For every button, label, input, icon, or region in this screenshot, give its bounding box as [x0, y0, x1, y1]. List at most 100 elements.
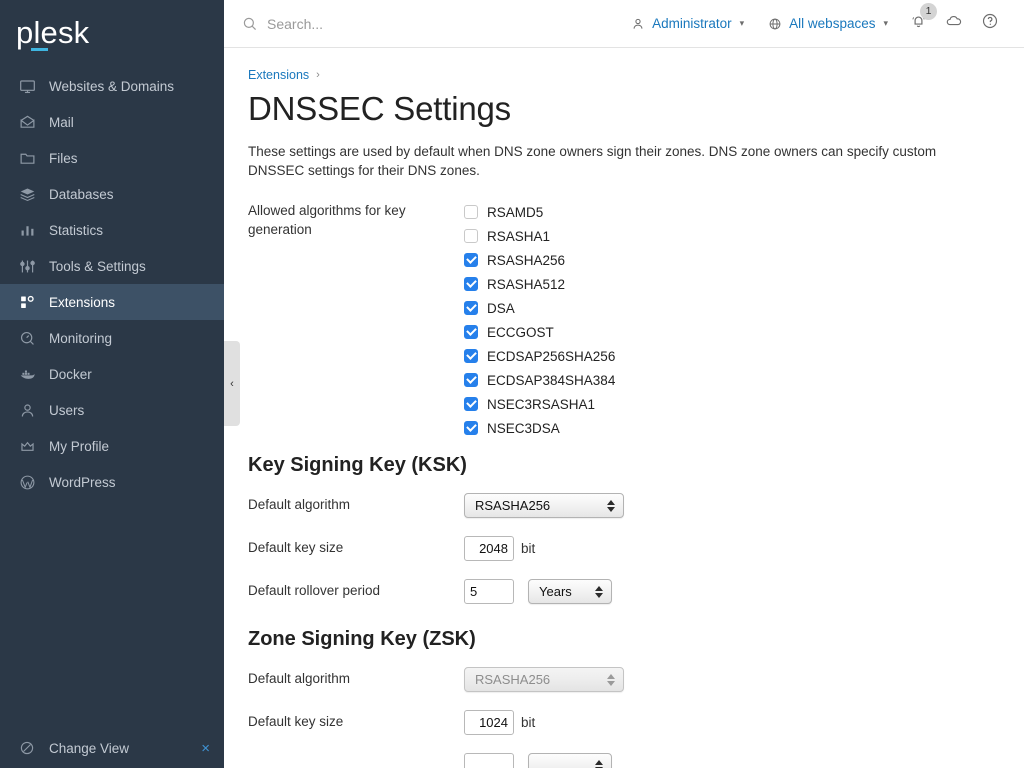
notification-count-badge: 1 — [920, 3, 937, 20]
allowed-algorithms-checkbox-list: RSAMD5 RSASHA1 RSASHA256 RSASHA5 — [464, 200, 1000, 440]
plesk-logo[interactable]: plesk — [0, 0, 224, 64]
help-button[interactable] — [972, 0, 1008, 48]
checkbox-row-nsec3dsa[interactable]: NSEC3DSA — [464, 416, 1000, 440]
ksk-rollover-unit-select[interactable]: Years — [528, 579, 612, 604]
checkbox-rsasha512[interactable] — [464, 277, 478, 291]
checkbox-rsamd5[interactable] — [464, 205, 478, 219]
zsk-section-title: Zone Signing Key (ZSK) — [248, 628, 1000, 651]
checkbox-label: RSASHA256 — [487, 253, 565, 268]
envelope-icon — [16, 113, 38, 131]
zsk-algorithm-select: RSASHA256 — [464, 667, 624, 692]
sidebar-item-label: Docker — [49, 367, 92, 382]
sidebar-collapse-handle[interactable]: ‹ — [224, 341, 240, 426]
close-icon[interactable]: × — [201, 741, 210, 756]
sidebar-item-extensions[interactable]: Extensions — [0, 284, 224, 320]
checkbox-row-rsasha512[interactable]: RSASHA512 — [464, 272, 1000, 296]
checkbox-nsec3rsasha1[interactable] — [464, 397, 478, 411]
checkbox-label: ECCGOST — [487, 325, 554, 340]
top-bar: Administrator ▾ All webspaces ▾ — [224, 0, 1024, 48]
checkbox-row-rsasha256[interactable]: RSASHA256 — [464, 248, 1000, 272]
ksk-algorithm-label: Default algorithm — [248, 496, 464, 515]
sidebar-item-mail[interactable]: Mail — [0, 104, 224, 140]
zsk-algorithm-value: RSASHA256 — [475, 672, 550, 687]
sliders-icon — [16, 257, 38, 275]
ksk-rollover-input[interactable] — [464, 579, 514, 604]
sidebar-item-label: Extensions — [49, 295, 115, 310]
checkbox-row-dsa[interactable]: DSA — [464, 296, 1000, 320]
ksk-keysize-input[interactable] — [464, 536, 514, 561]
change-view-button[interactable]: Change View × — [0, 728, 224, 768]
search-icon — [242, 16, 258, 32]
user-icon — [16, 401, 38, 419]
stepper-arrows-icon — [607, 674, 615, 686]
zsk-keysize-input[interactable] — [464, 710, 514, 735]
sidebar-item-docker[interactable]: Docker — [0, 356, 224, 392]
sidebar-item-label: Databases — [49, 187, 114, 202]
search-box[interactable] — [242, 16, 517, 32]
monitor-icon — [16, 77, 38, 95]
ksk-rollover-unit-value: Years — [539, 584, 572, 599]
checkbox-label: NSEC3DSA — [487, 421, 560, 436]
breadcrumb: Extensions › — [248, 68, 1000, 82]
search-input[interactable] — [267, 16, 517, 32]
zsk-rollover-row — [248, 753, 1000, 768]
sidebar-item-label: Websites & Domains — [49, 79, 174, 94]
stepper-arrows-icon — [595, 760, 603, 768]
checkbox-label: ECDSAP256SHA256 — [487, 349, 615, 364]
main-area: Administrator ▾ All webspaces ▾ — [224, 0, 1024, 768]
question-circle-icon — [981, 12, 999, 35]
sidebar-nav: Websites & Domains Mail Files — [0, 68, 224, 500]
checkbox-nsec3dsa[interactable] — [464, 421, 478, 435]
chevron-down-icon: ▾ — [740, 18, 745, 29]
allowed-algorithms-label: Allowed algorithms for key generation — [248, 200, 464, 440]
administrator-menu[interactable]: Administrator ▾ — [619, 16, 756, 31]
checkbox-rsasha256[interactable] — [464, 253, 478, 267]
ksk-rollover-label: Default rollover period — [248, 582, 464, 601]
sidebar-item-databases[interactable]: Databases — [0, 176, 224, 212]
checkbox-eccgost[interactable] — [464, 325, 478, 339]
stepper-arrows-icon — [607, 500, 615, 512]
checkbox-label: ECDSAP384SHA384 — [487, 373, 615, 388]
allowed-algorithms-row: Allowed algorithms for key generation RS… — [248, 200, 1000, 440]
stepper-arrows-icon — [595, 586, 603, 598]
sidebar-item-websites-domains[interactable]: Websites & Domains — [0, 68, 224, 104]
checkbox-row-ecdsap384sha384[interactable]: ECDSAP384SHA384 — [464, 368, 1000, 392]
sidebar-item-tools-settings[interactable]: Tools & Settings — [0, 248, 224, 284]
ksk-algorithm-select[interactable]: RSASHA256 — [464, 493, 624, 518]
checkbox-row-nsec3rsasha1[interactable]: NSEC3RSASHA1 — [464, 392, 1000, 416]
sidebar-item-label: Monitoring — [49, 331, 112, 346]
sidebar-item-wordpress[interactable]: WordPress — [0, 464, 224, 500]
webspaces-menu[interactable]: All webspaces ▾ — [756, 16, 900, 31]
sidebar-item-files[interactable]: Files — [0, 140, 224, 176]
slash-circle-icon — [16, 740, 38, 756]
checkbox-dsa[interactable] — [464, 301, 478, 315]
checkbox-row-rsamd5[interactable]: RSAMD5 — [464, 200, 1000, 224]
checkbox-label: NSEC3RSASHA1 — [487, 397, 595, 412]
sidebar-item-my-profile[interactable]: My Profile — [0, 428, 224, 464]
logo-text: plesk — [16, 15, 89, 50]
chevron-left-icon: ‹ — [230, 378, 234, 390]
cloud-button[interactable] — [936, 0, 972, 48]
chevron-down-icon: ▾ — [883, 18, 888, 29]
checkbox-row-eccgost[interactable]: ECCGOST — [464, 320, 1000, 344]
docker-whale-icon — [16, 365, 38, 383]
sidebar-item-statistics[interactable]: Statistics — [0, 212, 224, 248]
zsk-rollover-input[interactable] — [464, 753, 514, 768]
breadcrumb-item-extensions[interactable]: Extensions — [248, 68, 309, 82]
checkbox-ecdsap384sha384[interactable] — [464, 373, 478, 387]
zsk-rollover-unit-select[interactable] — [528, 753, 612, 768]
checkbox-row-ecdsap256sha256[interactable]: ECDSAP256SHA256 — [464, 344, 1000, 368]
checkbox-ecdsap256sha256[interactable] — [464, 349, 478, 363]
sidebar-item-users[interactable]: Users — [0, 392, 224, 428]
notifications-button[interactable]: 1 — [900, 0, 936, 48]
ksk-keysize-label: Default key size — [248, 539, 464, 558]
change-view-label: Change View — [49, 741, 129, 756]
wordpress-icon — [16, 473, 38, 491]
zsk-keysize-label: Default key size — [248, 713, 464, 732]
zsk-algorithm-row: Default algorithm RSASHA256 — [248, 667, 1000, 692]
sidebar-item-monitoring[interactable]: Monitoring — [0, 320, 224, 356]
zsk-algorithm-label: Default algorithm — [248, 670, 464, 689]
checkbox-row-rsasha1[interactable]: RSASHA1 — [464, 224, 1000, 248]
sidebar-item-label: Tools & Settings — [49, 259, 146, 274]
checkbox-rsasha1[interactable] — [464, 229, 478, 243]
